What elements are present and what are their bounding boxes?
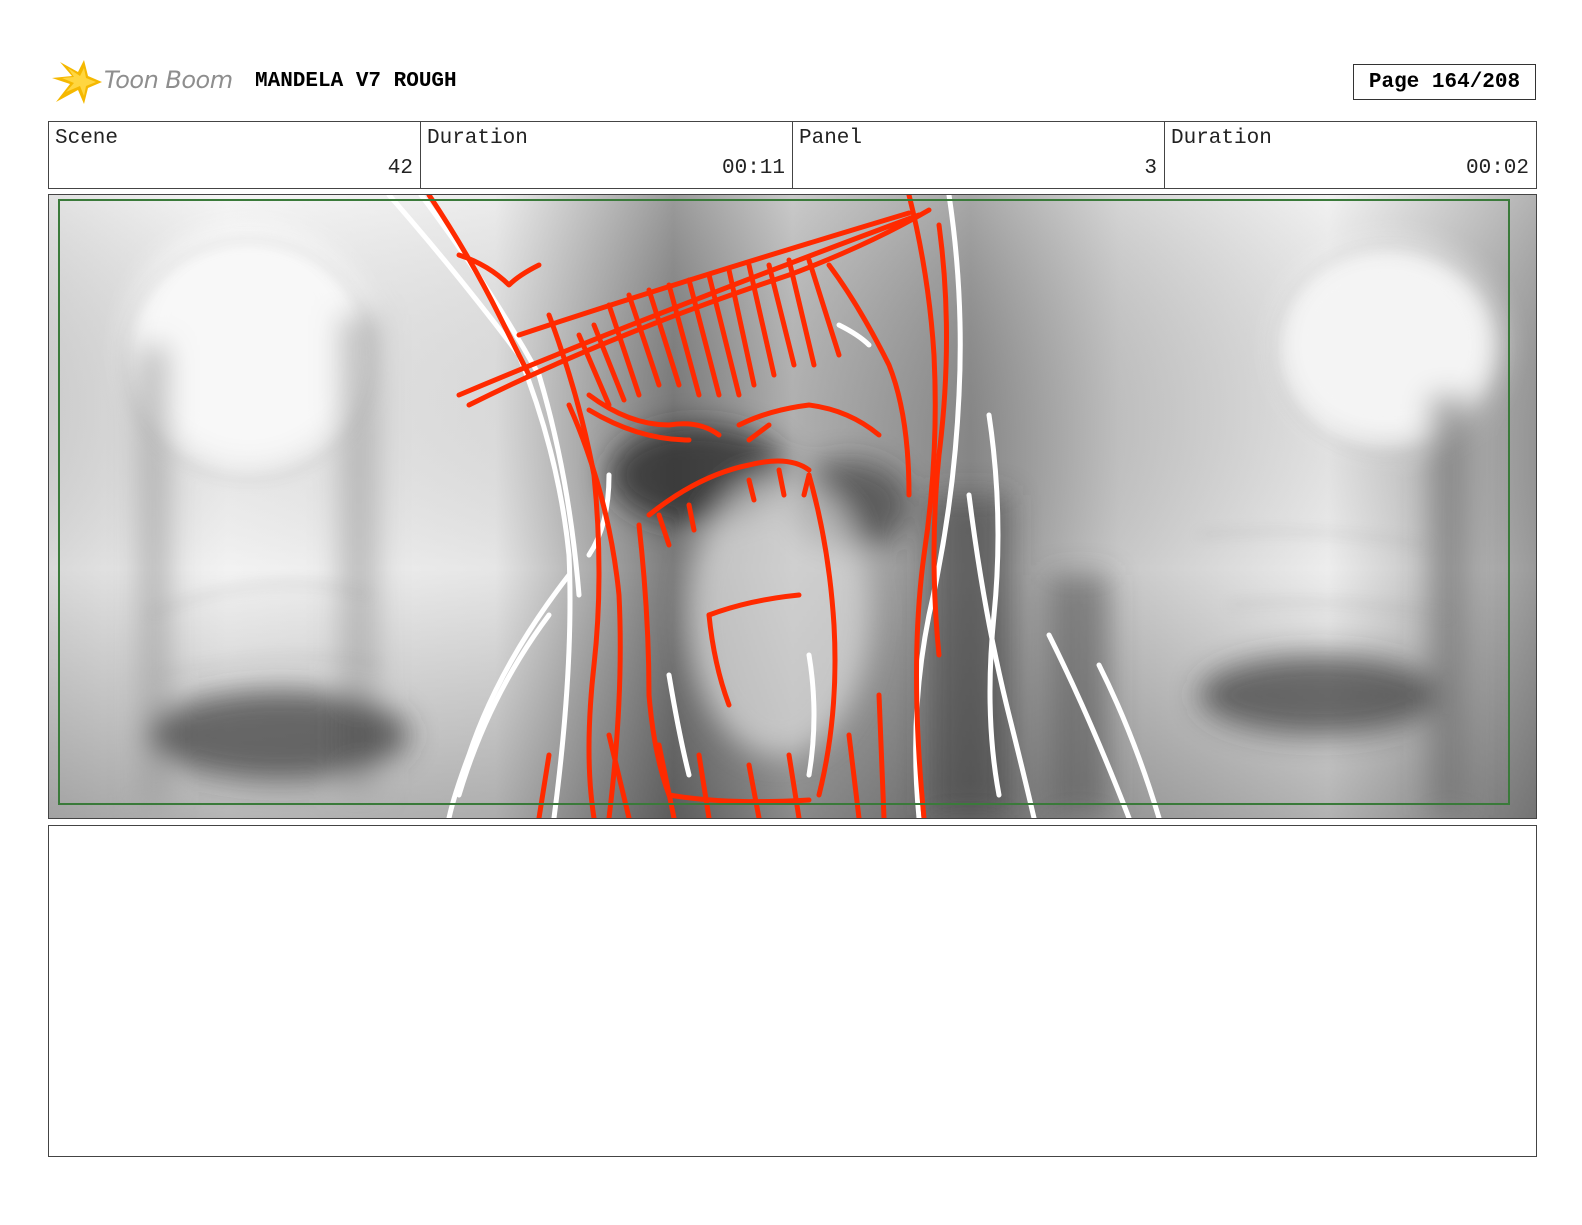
page-indicator: Page 164/208	[1353, 64, 1536, 100]
starburst-icon	[52, 60, 102, 104]
scene-duration-value: 00:11	[721, 157, 785, 180]
toon-boom-logo: Toon Boom	[50, 56, 240, 108]
scene-info-row: Scene 42 Duration 00:11 Panel 3 Duration…	[48, 121, 1537, 189]
scene-duration-cell: Duration 00:11	[421, 122, 793, 188]
scene-label: Scene	[55, 127, 119, 150]
storyboard-panel-image	[48, 194, 1537, 819]
panel-notes-box	[48, 825, 1537, 1157]
project-title: MANDELA V7 ROUGH	[255, 70, 457, 93]
panel-label: Panel	[799, 127, 863, 150]
panel-value: 3	[1144, 157, 1157, 180]
scene-cell: Scene 42	[49, 122, 421, 188]
scene-duration-label: Duration	[427, 127, 528, 150]
scene-value: 42	[387, 157, 413, 180]
logo-wordmark: Toon Boom	[104, 66, 233, 94]
panel-duration-label: Duration	[1171, 127, 1272, 150]
panel-duration-cell: Duration 00:02	[1165, 122, 1536, 188]
panel-sketch	[49, 195, 1536, 818]
panel-duration-value: 00:02	[1465, 157, 1529, 180]
panel-cell: Panel 3	[793, 122, 1165, 188]
